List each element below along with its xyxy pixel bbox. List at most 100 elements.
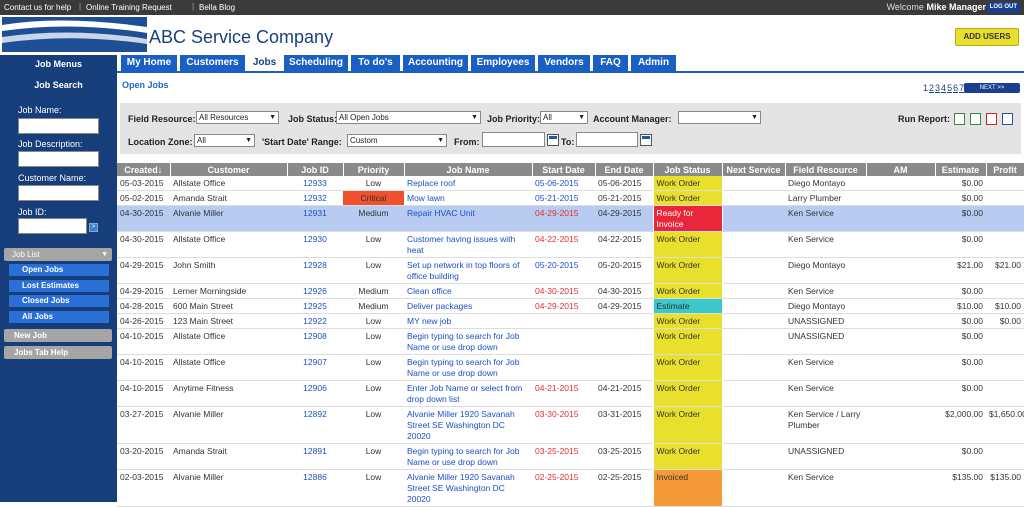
job-id-link[interactable]: 12926 <box>287 283 343 299</box>
column-header[interactable]: Estimate <box>935 163 987 176</box>
page-link[interactable]: 4 <box>941 83 946 93</box>
job-name-link[interactable]: Begin typing to search for Job Name or u… <box>404 328 532 355</box>
job-id-link[interactable]: 12928 <box>287 257 343 284</box>
tab-customers[interactable]: Customers <box>180 55 245 71</box>
job-name-link[interactable]: Enter Job Name or select from drop down … <box>404 380 532 407</box>
table-row[interactable]: 03-27-2015 Alvanie Miller 12892 Low Alvanie … <box>117 406 1024 444</box>
tab-my-home[interactable]: My Home <box>121 55 177 71</box>
tab-vendors[interactable]: Vendors <box>538 55 590 71</box>
column-header[interactable]: End Date <box>595 163 654 176</box>
calendar-icon[interactable] <box>640 134 652 146</box>
job-id-input[interactable] <box>18 218 87 234</box>
job-id-link[interactable]: 12892 <box>287 406 343 444</box>
job-name-link[interactable]: Deliver packages <box>404 298 532 314</box>
to-date-input[interactable] <box>576 132 638 147</box>
column-header[interactable]: Profit <box>986 163 1024 176</box>
page-link[interactable]: 3 <box>935 83 940 93</box>
tab-scheduling[interactable]: Scheduling <box>284 55 348 71</box>
customer-name-input[interactable] <box>18 185 99 201</box>
job-id-link[interactable]: 12908 <box>287 328 343 355</box>
page-link[interactable]: 2 <box>929 83 934 93</box>
column-header[interactable]: Job ID <box>287 163 344 176</box>
job-name-input[interactable] <box>18 118 99 134</box>
sidebar-item-all-jobs[interactable]: All Jobs <box>9 311 109 323</box>
tab-jobs[interactable]: Jobs <box>248 55 281 71</box>
column-header[interactable]: Job Name <box>404 163 533 176</box>
job-id-link[interactable]: 12922 <box>287 313 343 329</box>
table-row[interactable]: 02-03-2015 Alvanie Miller 12886 Low Alvanie … <box>117 469 1024 507</box>
job-description-input[interactable] <box>18 151 99 167</box>
table-row[interactable]: 04-10-2015 Allstate Office 12908 Low Begin t… <box>117 328 1024 355</box>
column-header[interactable]: Priority <box>343 163 405 176</box>
table-row[interactable]: 04-29-2015 John Smith 12928 Low Set up netwo… <box>117 257 1024 284</box>
tab-accounting[interactable]: Accounting <box>403 55 468 71</box>
jobs-tab-help-button[interactable]: Jobs Tab Help <box>4 346 112 359</box>
excel-report-icon[interactable] <box>954 113 965 125</box>
tab-faq[interactable]: FAQ <box>593 55 628 71</box>
job-name-link[interactable]: Alvanie Miller 1920 Savanah Street SE Wa… <box>404 469 532 507</box>
job-id-link[interactable]: 12933 <box>287 176 343 191</box>
table-row[interactable]: 05-02-2015 Amanda Strait 12932 Critical Mow … <box>117 190 1024 206</box>
job-id-link[interactable]: 12886 <box>287 469 343 507</box>
new-job-button[interactable]: New Job <box>4 329 112 342</box>
job-name-link[interactable]: Replace roof <box>404 176 532 191</box>
table-row[interactable]: 04-29-2015 Lerner Morningside 12926 Medium C… <box>117 283 1024 299</box>
sidebar-item-closed-jobs[interactable]: Closed Jobs <box>9 295 109 307</box>
table-row[interactable]: 04-30-2015 Alvanie Miller 12931 Medium Repai… <box>117 205 1024 232</box>
contact-help-link[interactable]: Contact us for help <box>4 3 71 12</box>
calendar-icon[interactable] <box>547 134 559 146</box>
csv-report-icon[interactable] <box>970 113 981 125</box>
pdf-report-icon[interactable] <box>986 113 997 125</box>
column-header[interactable]: AM <box>866 163 936 176</box>
sidebar-item-open-jobs[interactable]: Open Jobs <box>9 264 109 276</box>
tab-todos[interactable]: To do's <box>351 55 400 71</box>
job-id-link[interactable]: 12891 <box>287 443 343 470</box>
page-link[interactable]: 1 <box>923 83 928 93</box>
job-name-link[interactable]: Clean office <box>404 283 532 299</box>
logout-button[interactable]: LOG OUT <box>986 2 1020 13</box>
job-id-link[interactable]: 12906 <box>287 380 343 407</box>
column-header[interactable]: Start Date <box>532 163 596 176</box>
tab-employees[interactable]: Employees <box>471 55 535 71</box>
job-name-link[interactable]: Begin typing to search for Job Name or u… <box>404 354 532 381</box>
date-range-select[interactable]: Custom ▼ <box>347 134 447 147</box>
job-name-link[interactable]: Alvanie Miller 1920 Savanah Street SE Wa… <box>404 406 532 444</box>
table-row[interactable]: 03-20-2015 Amanda Strait 12891 Low Begin typ… <box>117 443 1024 470</box>
table-row[interactable]: 04-28-2015 600 Main Street 12925 Medium Deli… <box>117 298 1024 314</box>
table-row[interactable]: 04-10-2015 Allstate Office 12907 Low Begin t… <box>117 354 1024 381</box>
table-row[interactable]: 04-10-2015 Anytime Fitness 12906 Low Enter J… <box>117 380 1024 407</box>
job-name-link[interactable]: Begin typing to search for Job Name or u… <box>404 443 532 470</box>
job-name-link[interactable]: Customer having issues with heat <box>404 231 532 258</box>
column-header[interactable]: Field Resource <box>785 163 867 176</box>
tab-admin[interactable]: Admin <box>631 55 676 71</box>
location-zone-select[interactable]: All ▼ <box>194 134 255 147</box>
job-id-link[interactable]: 12907 <box>287 354 343 381</box>
job-name-link[interactable]: Mow lawn <box>404 190 532 206</box>
next-page-button[interactable]: NEXT >> <box>964 83 1020 93</box>
field-resource-select[interactable]: All Resources ▼ <box>196 111 279 124</box>
account-manager-select[interactable]: ▼ <box>678 111 761 124</box>
job-id-link[interactable]: 12930 <box>287 231 343 258</box>
page-link[interactable]: 6 <box>953 83 958 93</box>
add-users-button[interactable]: ADD USERS <box>955 28 1019 46</box>
sidebar-item-lost-estimates[interactable]: Lost Estimates <box>9 280 109 292</box>
bella-blog-link[interactable]: Bella Blog <box>199 3 235 12</box>
job-name-link[interactable]: Set up network in top floors of office b… <box>404 257 532 284</box>
table-row[interactable]: 04-26-2015 123 Main Street 12922 Low MY new … <box>117 313 1024 329</box>
column-header[interactable]: Created↓ <box>117 163 171 176</box>
column-header[interactable]: Job Status <box>653 163 723 176</box>
table-row[interactable]: 04-30-2015 Allstate Office 12930 Low Custome… <box>117 231 1024 258</box>
print-report-icon[interactable] <box>1002 113 1013 125</box>
company-logo[interactable] <box>2 17 147 52</box>
table-row[interactable]: 05-03-2015 Allstate Office 12933 Low Replace… <box>117 176 1024 191</box>
job-list-toggle[interactable]: Job List ▼ <box>4 248 112 261</box>
job-name-link[interactable]: Repair HVAC Unit <box>404 205 532 232</box>
job-id-link[interactable]: 12925 <box>287 298 343 314</box>
from-date-input[interactable] <box>482 132 545 147</box>
job-id-link[interactable]: 12932 <box>287 190 343 206</box>
column-header[interactable]: Customer <box>170 163 288 176</box>
job-id-link[interactable]: 12931 <box>287 205 343 232</box>
page-link[interactable]: 5 <box>947 83 952 93</box>
job-id-search-button[interactable]: > <box>89 223 98 232</box>
job-priority-select[interactable]: All ▼ <box>540 111 588 124</box>
